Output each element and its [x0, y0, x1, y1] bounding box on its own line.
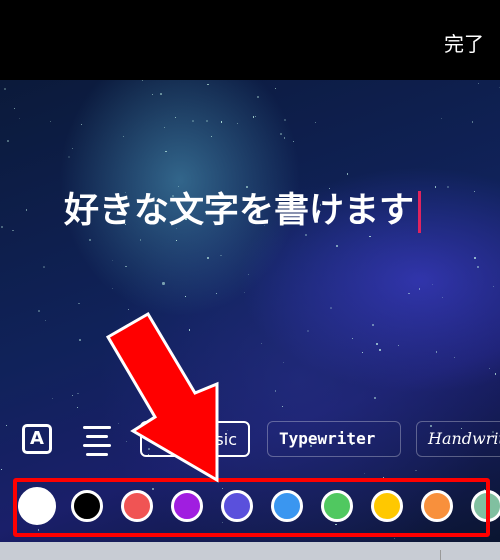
annotation-arrow-icon — [105, 311, 219, 483]
